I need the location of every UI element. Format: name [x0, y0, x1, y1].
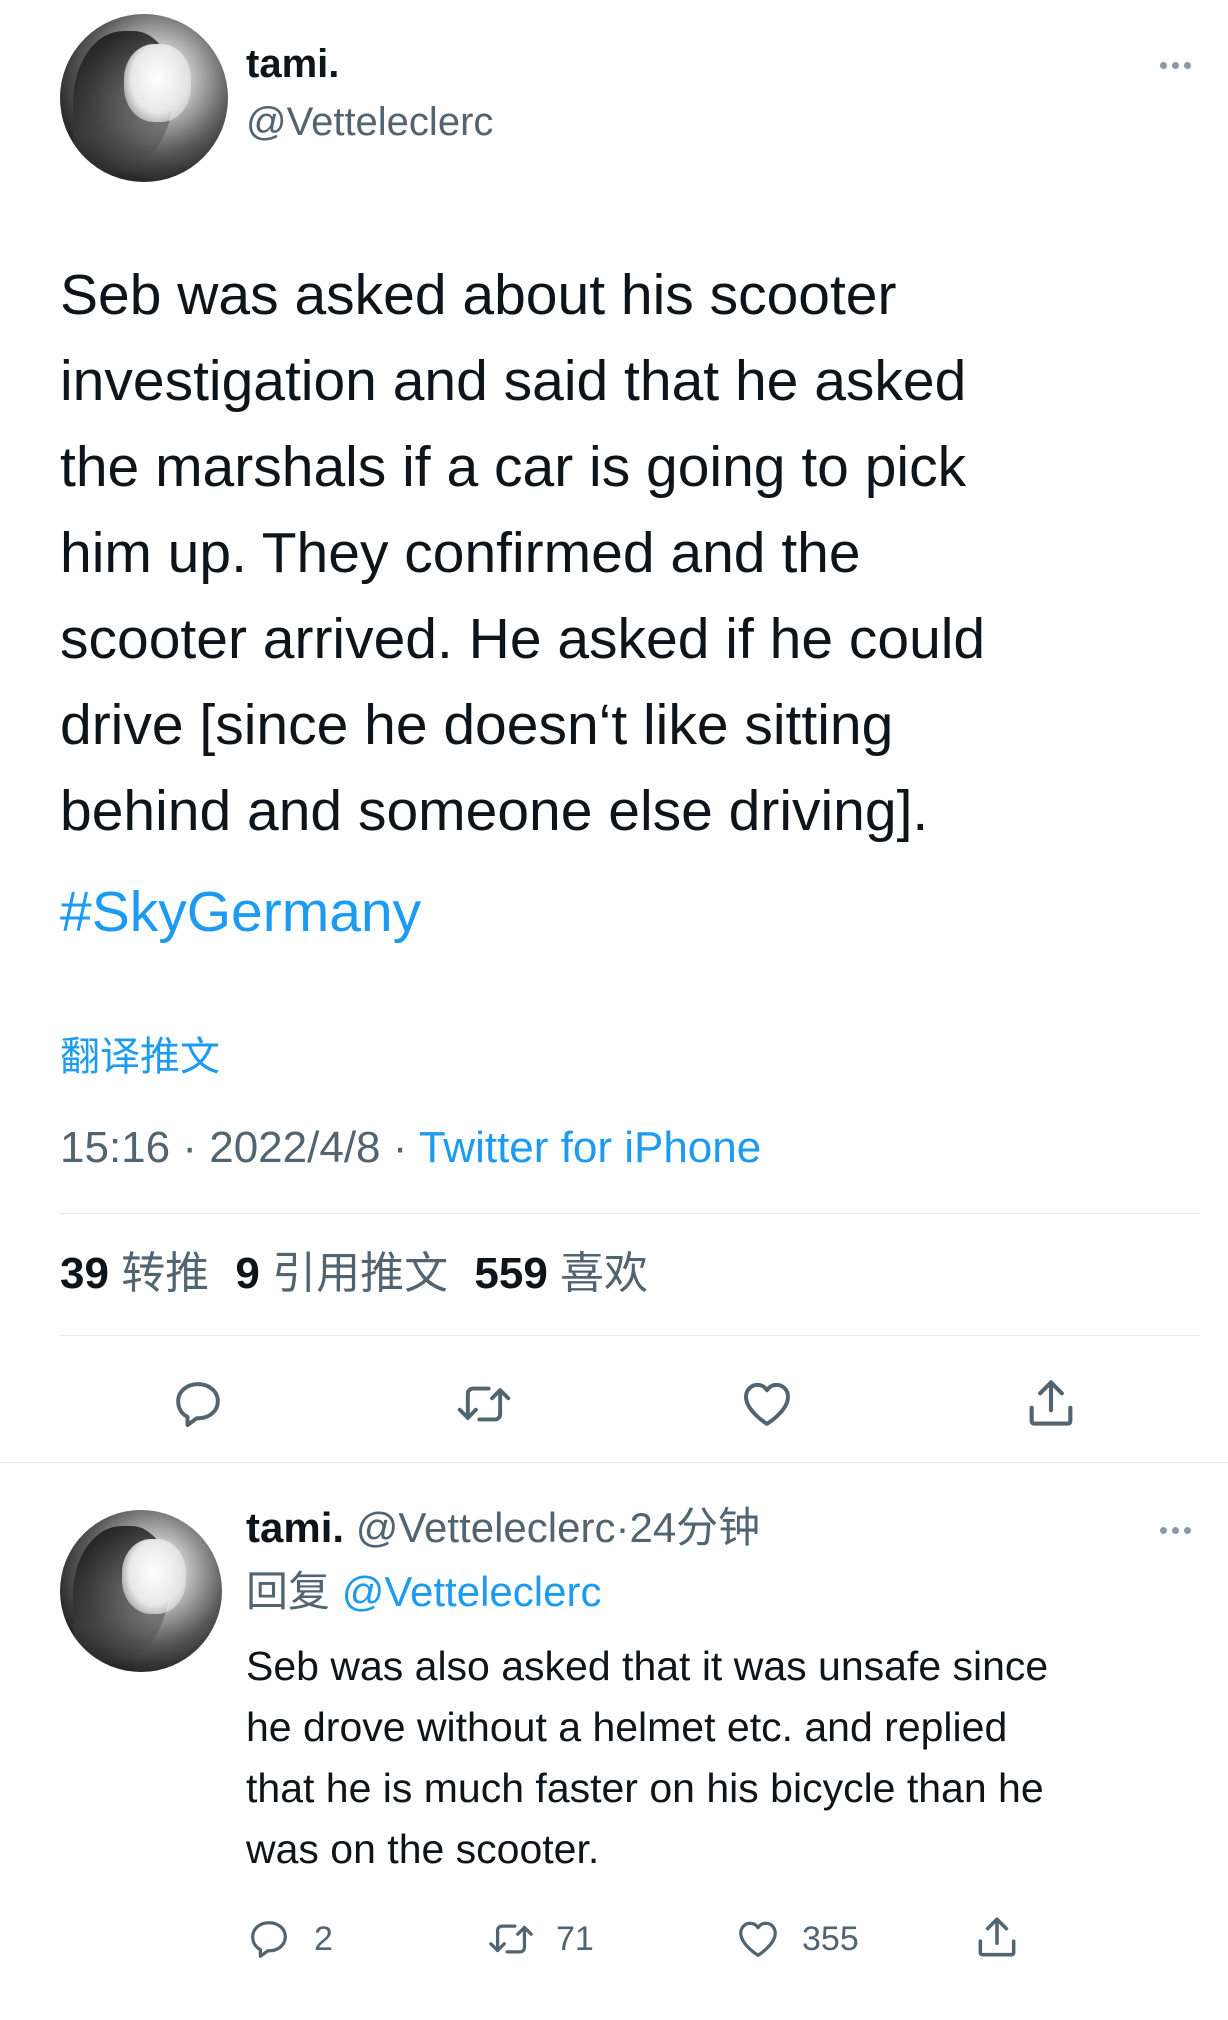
reply-like-action[interactable]: 355 [734, 1916, 859, 1962]
reply-icon[interactable] [170, 1376, 226, 1432]
reply-text-line: was on the scooter. [246, 1826, 600, 1872]
reply-display-name[interactable]: tami. [246, 1504, 344, 1551]
retweets-label: 转推 [121, 1249, 210, 1298]
hashtag-link[interactable]: #SkyGermany [60, 872, 421, 952]
meta-separator: · [392, 1123, 408, 1172]
tweet-text-line: the marshals if a car is going to pick [60, 435, 967, 499]
likes-label: 喜欢 [560, 1249, 649, 1298]
display-name[interactable]: tami. [246, 40, 339, 88]
reply-text: Seb was also asked that it was unsafe si… [246, 1636, 1196, 1880]
divider [60, 1213, 1200, 1214]
quotes-label: 引用推文 [272, 1249, 449, 1298]
tweet-text-line: Seb was asked about his scooter [60, 263, 897, 327]
retweet-count: 71 [556, 1919, 594, 1958]
retweets-stat[interactable]: 39 转推 [60, 1249, 221, 1298]
tweet-stats: 39 转推 9 引用推文 559 喜欢 [60, 1246, 648, 1302]
heart-icon[interactable] [738, 1376, 796, 1432]
share-icon[interactable] [972, 1912, 1022, 1962]
translate-tweet-link[interactable]: 翻译推文 [60, 1032, 220, 1082]
divider [0, 1462, 1228, 1463]
tweet-date: 2022/4/8 [209, 1123, 381, 1172]
reply-avatar[interactable] [60, 1510, 222, 1672]
replying-to: 回复 @Vetteleclerc [246, 1566, 601, 1618]
heart-icon [734, 1916, 782, 1962]
likes-stat[interactable]: 559 喜欢 [474, 1249, 648, 1298]
tweet-time: 15:16 [60, 1123, 171, 1172]
tweet-meta: 15:16 · 2022/4/8 · Twitter for iPhone [60, 1120, 761, 1176]
tweet-text-line: behind and someone else driving]. [60, 779, 929, 843]
reply-count: 2 [314, 1919, 333, 1958]
retweet-icon[interactable] [454, 1376, 514, 1432]
replying-to-link[interactable]: @Vetteleclerc [342, 1568, 602, 1615]
retweet-icon [486, 1916, 536, 1962]
tweet-text-line: him up. They confirmed and the [60, 521, 861, 585]
more-options-icon[interactable] [1160, 62, 1191, 69]
tweet-text-line: investigation and said that he asked [60, 349, 967, 413]
reply-icon [246, 1916, 292, 1962]
quotes-count: 9 [235, 1249, 260, 1298]
reply-retweet-action[interactable]: 71 [486, 1916, 594, 1962]
reply-header: tami. @Vetteleclerc·24分钟 [246, 1502, 760, 1554]
reply-time-ago: 24分钟 [629, 1504, 761, 1551]
share-icon[interactable] [1022, 1374, 1080, 1432]
like-count: 355 [802, 1919, 859, 1958]
likes-count: 559 [474, 1249, 548, 1298]
reply-reply-action[interactable]: 2 [246, 1916, 333, 1962]
reply-text-line: he drove without a helmet etc. and repli… [246, 1704, 1008, 1750]
meta-separator: · [615, 1504, 630, 1551]
more-options-icon[interactable] [1160, 1527, 1191, 1534]
reply-text-line: Seb was also asked that it was unsafe si… [246, 1643, 1049, 1689]
quotes-stat[interactable]: 9 引用推文 [235, 1249, 460, 1298]
avatar-face [121, 1539, 187, 1614]
retweets-count: 39 [60, 1249, 109, 1298]
avatar-face [123, 44, 192, 122]
replying-prefix: 回复 [246, 1568, 331, 1615]
meta-separator: · [182, 1123, 197, 1172]
reply-handle[interactable]: @Vetteleclerc [356, 1504, 616, 1551]
reply-text-line: that he is much faster on his bicycle th… [246, 1765, 1044, 1811]
tweet-text: Seb was asked about his scooter investig… [60, 252, 1190, 854]
divider [60, 1335, 1200, 1336]
avatar[interactable] [60, 14, 228, 182]
tweet-source-link[interactable]: Twitter for iPhone [419, 1123, 761, 1172]
user-handle[interactable]: @Vetteleclerc [246, 98, 493, 146]
tweet-text-line: drive [since he doesn‘t like sitting [60, 693, 894, 757]
tweet-text-line: scooter arrived. He asked if he could [60, 607, 986, 671]
